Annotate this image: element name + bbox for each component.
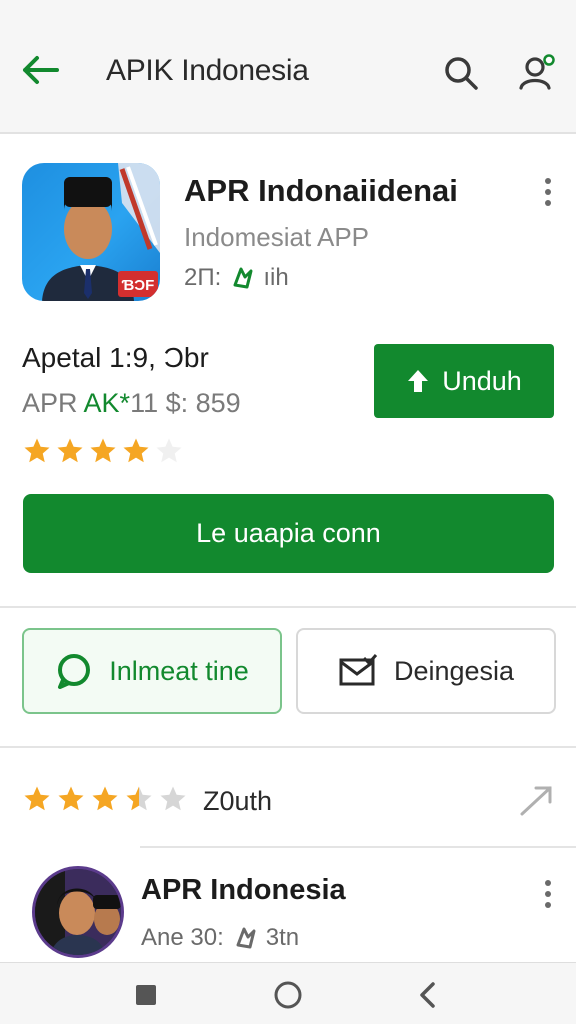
system-nav-bar <box>0 962 576 1024</box>
app-star-rating <box>22 436 184 466</box>
app-developer[interactable]: Indomesiat APP <box>184 222 369 253</box>
app-icon: ƁƆF <box>22 163 160 301</box>
shield-check-icon <box>229 265 255 291</box>
search-button[interactable] <box>440 52 482 94</box>
chat-chip-label: Inlmeat tine <box>109 655 249 686</box>
account-icon <box>519 54 555 90</box>
star-empty-icon <box>156 438 182 463</box>
star-filled-icon <box>123 438 149 463</box>
see-reviews-button[interactable] <box>516 780 556 820</box>
list-meta-right: 3tn <box>265 924 300 951</box>
chat-bubble-icon <box>58 654 91 689</box>
list-item-title[interactable]: APR Indonesia <box>141 874 346 907</box>
star-filled-icon <box>24 438 50 463</box>
star-filled-icon <box>57 438 83 463</box>
arrow-left-icon <box>23 56 59 84</box>
section-divider <box>0 606 576 608</box>
star-filled-icon <box>24 786 50 811</box>
page-title: APIK Indonesia <box>106 54 309 87</box>
chevron-left-icon <box>420 982 435 1008</box>
app-icon-badge: ƁƆF <box>122 277 155 294</box>
app-name: APR Indonaiidenai <box>184 173 458 208</box>
app-meta: 2Π: ıih <box>184 264 289 292</box>
download-button[interactable]: Unduh <box>374 344 554 418</box>
stat-line-primary: Apetal 1:9, Ɔbr <box>22 342 209 373</box>
back-button[interactable] <box>18 50 64 90</box>
square-icon <box>136 985 156 1005</box>
star-filled-icon <box>58 786 84 811</box>
mail-chip-label: Deingesia <box>393 655 515 686</box>
circle-icon <box>274 981 302 1009</box>
section-divider <box>140 846 576 848</box>
stat-accent: AK* <box>83 388 131 418</box>
section-divider <box>0 746 576 748</box>
mail-chip-button[interactable]: Deingesia <box>296 628 556 714</box>
back-nav-button[interactable] <box>408 975 448 1015</box>
badge-icon <box>236 927 256 949</box>
app-meta-right: ıih <box>263 264 289 291</box>
stat-suffix: 11 $: 859 <box>130 388 241 418</box>
recents-button[interactable] <box>126 975 166 1015</box>
chat-chip-button[interactable]: Inlmeat tine <box>22 628 282 714</box>
star-filled-icon <box>92 786 118 811</box>
primary-action-button[interactable]: Le uaapia conn <box>23 494 554 573</box>
avatar[interactable] <box>32 866 124 958</box>
arrow-right-diagonal-icon <box>520 786 552 816</box>
rating-label: Z0uth <box>203 786 273 816</box>
more-options-button[interactable] <box>536 172 560 212</box>
app-meta-left: 2Π: <box>184 264 222 291</box>
top-app-bar: APIK Indonesia <box>0 0 576 134</box>
download-button-label: Unduh <box>442 365 522 396</box>
account-button[interactable] <box>514 50 560 94</box>
stat-prefix: APR <box>22 388 84 418</box>
stat-line-secondary: APR AK*11 $: 859 <box>22 388 241 419</box>
list-item-meta: Ane 30: 3tn <box>141 924 299 952</box>
list-meta-left: Ane 30: <box>141 924 224 951</box>
upload-arrow-icon <box>408 370 429 392</box>
search-icon <box>445 57 478 90</box>
home-button[interactable] <box>268 975 308 1015</box>
star-filled-icon <box>90 438 116 463</box>
star-half-icon <box>126 786 152 811</box>
envelope-check-icon <box>339 654 378 686</box>
star-empty-icon <box>160 786 186 811</box>
primary-action-label: Le uaapia conn <box>196 518 381 548</box>
list-item-more-button[interactable] <box>536 874 560 914</box>
review-star-rating <box>22 784 188 814</box>
